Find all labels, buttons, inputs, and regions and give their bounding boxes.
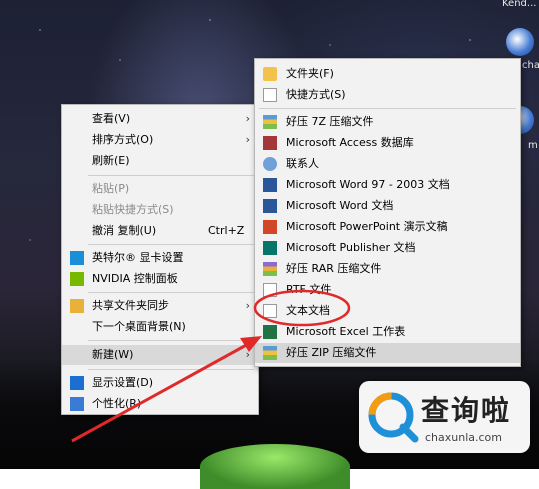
- magnifier-logo-icon: [368, 392, 419, 443]
- watermark: 查询啦 chaxunla.com: [359, 381, 530, 453]
- highlight-circle: [253, 289, 351, 327]
- watermark-title: 查询啦: [421, 394, 512, 427]
- arrow-head-icon: [240, 336, 262, 352]
- watermark-domain: chaxunla.com: [425, 431, 502, 444]
- annotation-arrow: [71, 341, 251, 443]
